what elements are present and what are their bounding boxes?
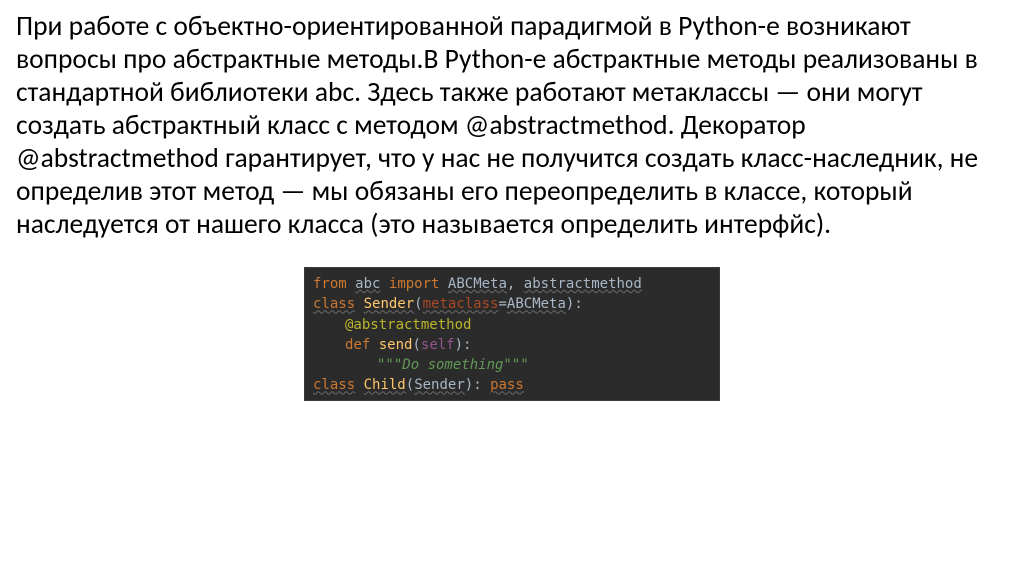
- code-kw-def: def: [345, 337, 370, 353]
- code-self: self: [421, 337, 455, 353]
- code-arg-metaclass: metaclass: [423, 296, 499, 312]
- code-kw-class1: class: [313, 296, 355, 312]
- code-class-sender: Sender: [364, 296, 415, 312]
- code-import-abcmeta: ABCMeta: [448, 276, 507, 292]
- code-punct: =: [498, 296, 506, 312]
- code-example: from abc import ABCMeta, abstractmethod …: [304, 267, 720, 401]
- code-fn-send: send: [379, 337, 413, 353]
- code-punct: (: [412, 337, 420, 353]
- code-punct: ):: [465, 377, 482, 393]
- code-class-child: Child: [364, 377, 406, 393]
- code-kw-from: from: [313, 276, 347, 292]
- slide-page: При работе с объектно-ориентированной па…: [0, 0, 1024, 401]
- code-docstring: """Do something""": [377, 357, 529, 373]
- code-import-abstractmethod: abstractmethod: [524, 276, 642, 292]
- code-punct: (: [414, 296, 422, 312]
- code-base-sender: Sender: [414, 377, 465, 393]
- code-punct: (: [406, 377, 414, 393]
- code-kw-import: import: [389, 276, 440, 292]
- code-module-abc: abc: [355, 276, 380, 292]
- code-import-sep: ,: [507, 276, 524, 292]
- code-punct: ):: [566, 296, 583, 312]
- code-kw-pass: pass: [490, 377, 524, 393]
- code-decorator: @abstractmethod: [345, 317, 471, 333]
- code-punct: ):: [455, 337, 472, 353]
- code-arg-abcmeta: ABCMeta: [507, 296, 566, 312]
- body-paragraph: При работе с объектно-ориентированной па…: [16, 10, 1008, 241]
- code-kw-class2: class: [313, 377, 355, 393]
